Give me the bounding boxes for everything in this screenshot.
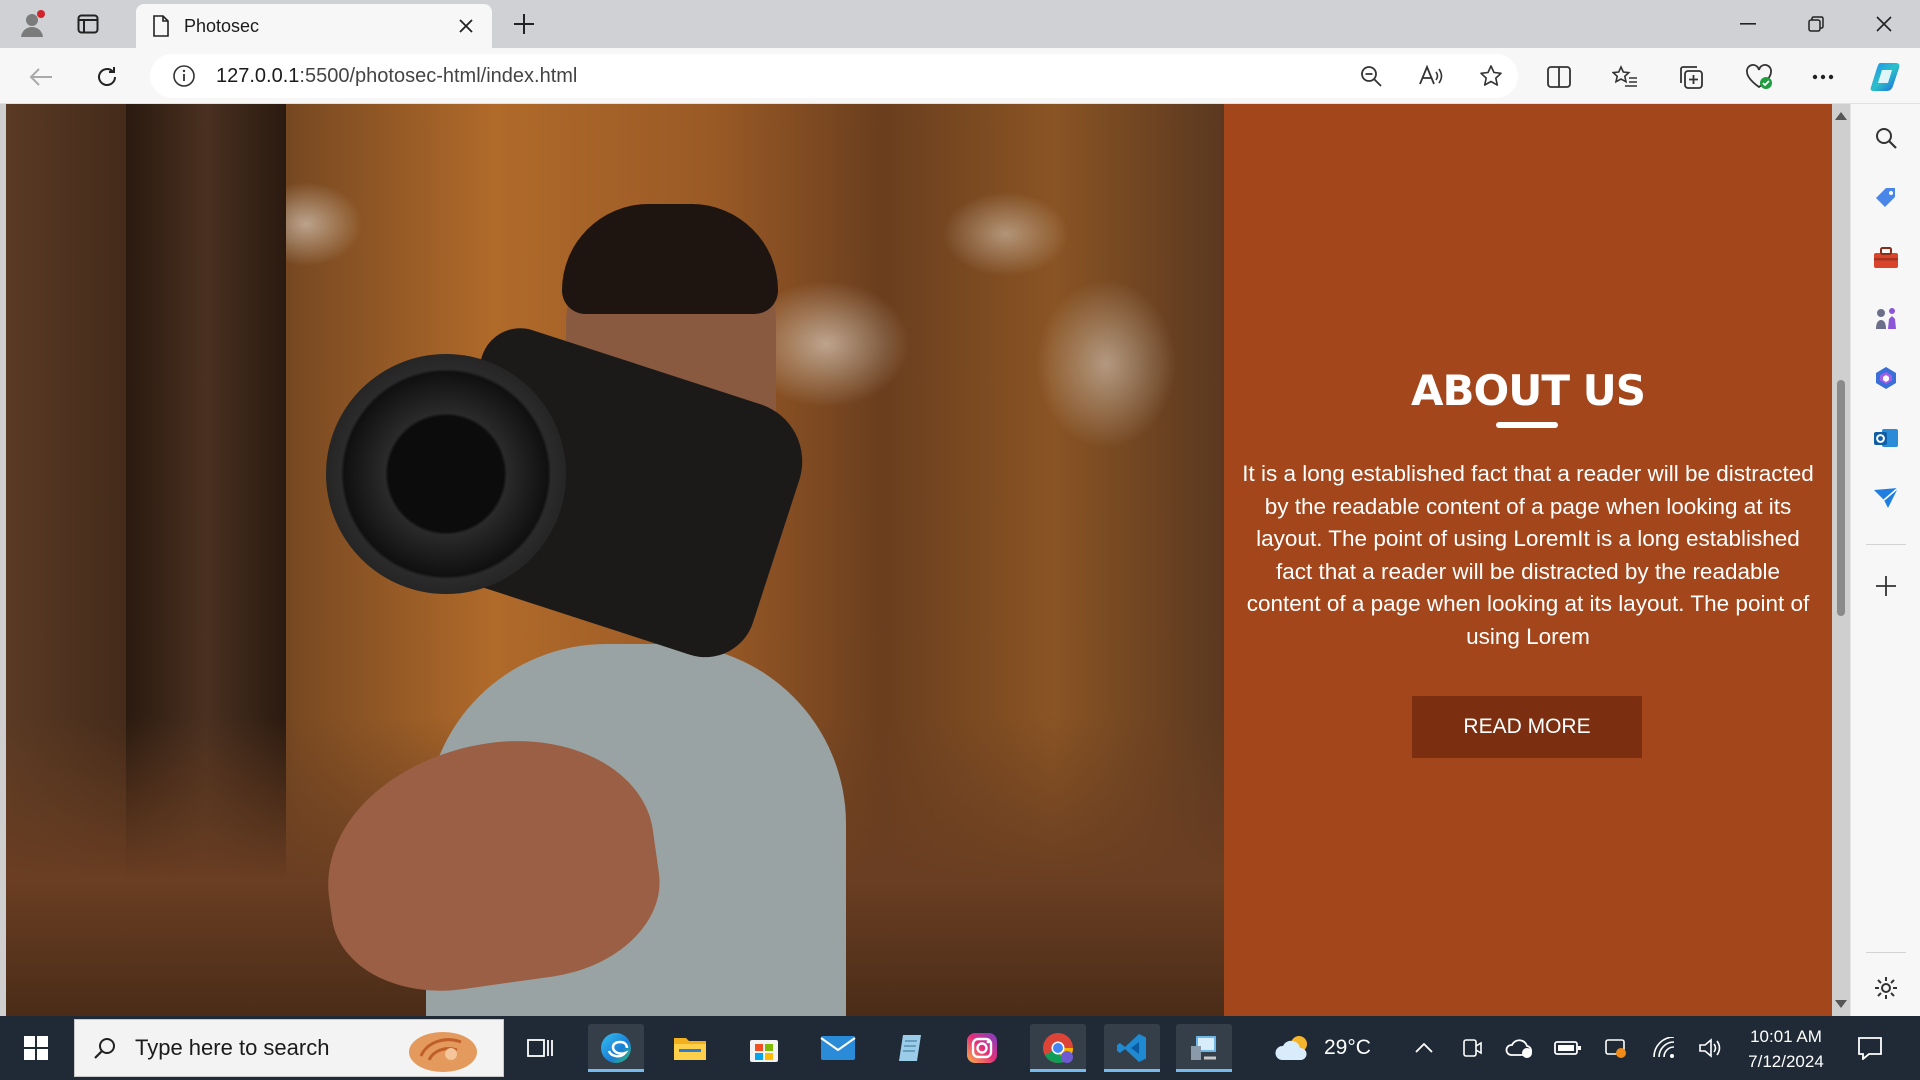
page-scrollbar[interactable] xyxy=(1832,104,1850,1016)
clock-time: 10:01 AM xyxy=(1750,1027,1822,1046)
new-tab-icon[interactable] xyxy=(508,8,540,40)
edge-taskbar-icon[interactable] xyxy=(588,1024,644,1072)
vscode-icon[interactable] xyxy=(1104,1024,1160,1072)
windows-start-icon[interactable] xyxy=(8,1024,64,1072)
more-options-icon[interactable] xyxy=(1804,58,1842,96)
minimize-icon[interactable] xyxy=(1716,0,1780,48)
close-tab-icon[interactable] xyxy=(452,12,480,40)
scroll-up-icon[interactable] xyxy=(1833,108,1849,124)
battery-icon[interactable] xyxy=(1546,1024,1590,1072)
microsoft-365-icon[interactable] xyxy=(1864,356,1908,400)
onedrive-icon[interactable] xyxy=(1498,1024,1542,1072)
update-status-icon[interactable] xyxy=(1594,1024,1638,1072)
url-host: 127.0.0.1 xyxy=(216,64,300,87)
search-icon xyxy=(94,1038,115,1059)
copilot-icon[interactable] xyxy=(1868,58,1906,96)
wifi-icon[interactable] xyxy=(1644,1024,1684,1072)
scroll-down-icon[interactable] xyxy=(1833,996,1849,1012)
back-icon[interactable] xyxy=(22,58,60,96)
outlook-icon[interactable] xyxy=(1864,416,1908,460)
search-icon[interactable] xyxy=(1864,116,1908,160)
tab-bar: Photosec xyxy=(0,0,1920,48)
games-chess-icon[interactable] xyxy=(1864,296,1908,340)
about-paragraph: It is a long established fact that a rea… xyxy=(1242,461,1814,649)
notifications-icon[interactable] xyxy=(1848,1024,1892,1072)
site-info-icon[interactable] xyxy=(172,64,196,88)
close-window-icon[interactable] xyxy=(1852,0,1916,48)
page-icon xyxy=(153,15,169,37)
task-view-icon[interactable] xyxy=(512,1024,568,1072)
weather-temperature: 29°C xyxy=(1324,1036,1371,1059)
partly-cloudy-icon xyxy=(1275,1036,1307,1060)
sidebar-divider xyxy=(1866,544,1906,545)
restore-icon[interactable] xyxy=(1784,0,1848,48)
edge-sidebar xyxy=(1850,104,1920,1016)
search-highlight-shell-icon xyxy=(409,1032,477,1072)
chrome-icon[interactable] xyxy=(1030,1024,1086,1072)
taskbar-search-box[interactable]: Type here to search xyxy=(74,1019,504,1077)
active-tab[interactable]: Photosec xyxy=(136,4,492,48)
photographer-camera-photo xyxy=(6,104,1224,1016)
collections-icon[interactable] xyxy=(1672,58,1710,96)
browser-essentials-icon[interactable] xyxy=(1740,58,1778,96)
split-screen-icon[interactable] xyxy=(1540,58,1578,96)
shopping-tag-icon[interactable] xyxy=(1864,176,1908,220)
search-placeholder: Type here to search xyxy=(135,1035,330,1060)
profile-avatar-icon[interactable] xyxy=(16,8,48,40)
read-more-button[interactable]: READ MORE xyxy=(1412,696,1642,758)
windows-taskbar: Type here to search 29°C 10:01 AM 7/12/2… xyxy=(0,1016,1920,1080)
url-text: 127.0.0.1:5500/photosec-html/index.html xyxy=(216,65,577,88)
clock-date: 7/12/2024 xyxy=(1748,1052,1824,1071)
meet-now-icon[interactable] xyxy=(1452,1024,1492,1072)
about-heading: ABOUT US xyxy=(1411,366,1646,415)
zoom-out-icon[interactable] xyxy=(1356,61,1386,91)
sidebar-divider-bottom xyxy=(1866,952,1906,953)
system-clock[interactable]: 10:01 AM 7/12/2024 xyxy=(1726,1024,1846,1074)
volume-icon[interactable] xyxy=(1690,1024,1730,1072)
read-aloud-icon[interactable] xyxy=(1416,61,1446,91)
vertical-tabs-icon[interactable] xyxy=(72,8,104,40)
weather-widget[interactable]: 29°C xyxy=(1274,1016,1371,1080)
send-drop-icon[interactable] xyxy=(1864,476,1908,520)
mail-icon[interactable] xyxy=(810,1024,866,1072)
favorite-star-icon[interactable] xyxy=(1476,61,1506,91)
sidebar-settings-gear-icon[interactable] xyxy=(1864,966,1908,1010)
add-sidebar-app-icon[interactable] xyxy=(1864,564,1908,608)
address-toolbar: 127.0.0.1:5500/photosec-html/index.html xyxy=(0,48,1920,104)
show-hidden-icons-chevron-icon[interactable] xyxy=(1404,1024,1444,1072)
instagram-icon[interactable] xyxy=(954,1024,1010,1072)
page-viewport: ABOUT US It is a long established fact t… xyxy=(6,104,1832,1016)
refresh-icon[interactable] xyxy=(88,58,126,96)
heading-underline xyxy=(1496,422,1558,428)
about-section: ABOUT US It is a long established fact t… xyxy=(1224,104,1832,1016)
tools-briefcase-icon[interactable] xyxy=(1864,236,1908,280)
microsoft-store-icon[interactable] xyxy=(736,1024,792,1072)
url-path: :5500/photosec-html/index.html xyxy=(299,64,578,87)
scroll-thumb[interactable] xyxy=(1837,380,1845,616)
favorites-icon[interactable] xyxy=(1606,58,1644,96)
address-bar[interactable]: 127.0.0.1:5500/photosec-html/index.html xyxy=(150,54,1518,98)
tab-title: Photosec xyxy=(184,15,260,36)
control-panel-icon[interactable] xyxy=(1176,1024,1232,1072)
file-explorer-icon[interactable] xyxy=(662,1024,718,1072)
notepad-app-icon[interactable] xyxy=(882,1024,938,1072)
